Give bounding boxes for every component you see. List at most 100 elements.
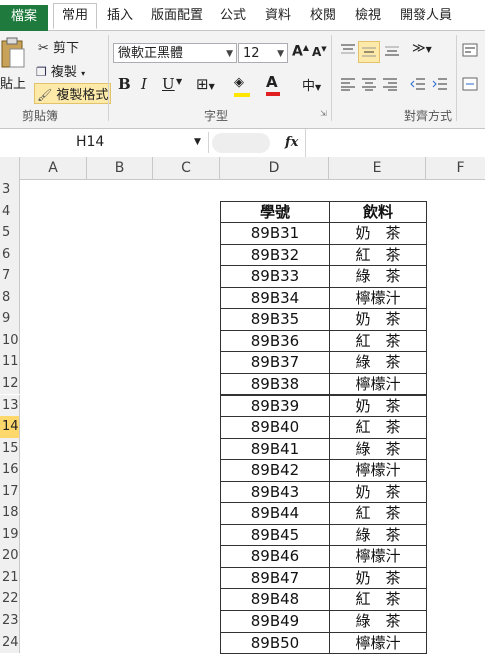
tab-insert[interactable]: 插入 — [104, 4, 136, 28]
table-cell[interactable]: 89B38 — [220, 372, 330, 396]
table-cell[interactable]: 89B42 — [220, 459, 330, 482]
row-header[interactable]: 3 — [0, 179, 20, 201]
table-cell[interactable]: 89B39 — [220, 394, 330, 418]
row-header[interactable]: 4 — [0, 200, 20, 223]
row-header[interactable]: 23 — [0, 610, 20, 632]
row-header[interactable]: 15 — [0, 437, 20, 460]
shrink-font-button[interactable]: A▼ — [312, 45, 327, 59]
row-header[interactable]: 10 — [0, 329, 20, 352]
table-cell[interactable]: 89B46 — [220, 545, 330, 568]
table-cell[interactable]: 綠 茶 — [329, 437, 427, 461]
row-header[interactable]: 21 — [0, 566, 20, 589]
column-header-b[interactable]: B — [87, 157, 153, 179]
table-cell[interactable]: 89B33 — [220, 265, 330, 288]
table-cell[interactable]: 檸檬汁 — [329, 286, 427, 310]
table-cell[interactable]: 奶 茶 — [329, 394, 427, 418]
table-cell[interactable]: 89B31 — [220, 222, 330, 245]
bold-button[interactable]: B — [118, 75, 131, 93]
row-header[interactable]: 13 — [0, 394, 20, 417]
table-cell[interactable]: 89B43 — [220, 480, 330, 504]
row-header[interactable]: 17 — [0, 480, 20, 503]
wrap-text-button[interactable] — [462, 43, 478, 61]
column-header-c[interactable]: C — [153, 157, 220, 179]
table-cell[interactable]: 綠 茶 — [329, 351, 427, 374]
row-header[interactable]: 20 — [0, 545, 20, 567]
table-cell[interactable]: 89B40 — [220, 416, 330, 439]
row-header[interactable]: 8 — [0, 286, 20, 309]
table-cell[interactable]: 89B32 — [220, 243, 330, 267]
table-cell[interactable]: 89B37 — [220, 351, 330, 374]
table-cell[interactable]: 89B48 — [220, 588, 330, 611]
tab-data[interactable]: 資料 — [261, 4, 295, 28]
column-header-a[interactable]: A — [20, 157, 87, 179]
tab-view[interactable]: 檢視 — [351, 4, 385, 28]
select-all-corner[interactable] — [0, 157, 20, 179]
merge-center-button[interactable] — [462, 77, 478, 95]
font-size-select[interactable]: 12 ▼ — [238, 43, 288, 63]
insert-function-icon[interactable]: fx — [285, 135, 298, 150]
table-cell[interactable]: 89B36 — [220, 329, 330, 353]
orientation-button[interactable]: ≫▼ — [412, 41, 432, 56]
table-cell[interactable]: 紅 茶 — [329, 329, 427, 353]
font-color-button[interactable]: A — [266, 73, 280, 96]
tab-formulas[interactable]: 公式 — [216, 4, 250, 28]
table-cell[interactable]: 檸檬汁 — [329, 631, 427, 654]
table-cell[interactable]: 89B41 — [220, 437, 330, 461]
align-left-button[interactable] — [340, 77, 356, 95]
table-cell[interactable]: 綠 茶 — [329, 610, 427, 633]
row-header[interactable]: 24 — [0, 631, 20, 654]
tab-developer[interactable]: 開發人員 — [396, 4, 456, 28]
row-header[interactable]: 9 — [0, 308, 20, 330]
copy-button[interactable]: ❐ 複製 ▾ — [36, 61, 85, 80]
borders-button[interactable]: ⊞▼ — [196, 75, 215, 93]
column-header-f[interactable]: F — [426, 157, 485, 179]
row-header[interactable]: 11 — [0, 351, 20, 373]
paste-button[interactable]: 貼上 — [0, 35, 30, 105]
fill-color-button[interactable]: ◈ — [234, 75, 250, 97]
chevron-down-icon[interactable]: ▼ — [194, 132, 201, 153]
tab-file[interactable]: 檔案 — [0, 5, 48, 31]
dialog-launcher-icon[interactable]: ⇲ — [320, 109, 327, 118]
tab-review[interactable]: 校閱 — [306, 4, 340, 28]
table-cell[interactable]: 奶 茶 — [329, 308, 427, 331]
chevron-down-icon[interactable]: ▼ — [176, 77, 182, 86]
grow-font-button[interactable]: A▲ — [292, 43, 309, 60]
table-cell[interactable]: 89B44 — [220, 502, 330, 525]
table-cell[interactable]: 紅 茶 — [329, 588, 427, 611]
align-middle-button[interactable] — [358, 41, 380, 63]
table-cell[interactable]: 綠 茶 — [329, 265, 427, 288]
table-cell[interactable]: 紅 茶 — [329, 243, 427, 267]
decrease-indent-button[interactable] — [410, 77, 426, 95]
align-top-button[interactable] — [340, 43, 356, 61]
row-header[interactable]: 14 — [0, 416, 20, 438]
table-cell[interactable]: 奶 茶 — [329, 566, 427, 590]
italic-button[interactable]: I — [141, 75, 147, 93]
row-header[interactable]: 7 — [0, 265, 20, 287]
font-name-select[interactable]: 微軟正黑體 ▼ — [113, 43, 237, 63]
table-cell[interactable]: 綠 茶 — [329, 523, 427, 547]
table-cell[interactable]: 奶 茶 — [329, 480, 427, 504]
table-header-cell[interactable]: 飲料 — [329, 200, 427, 224]
formula-input[interactable] — [305, 129, 485, 157]
row-header[interactable]: 12 — [0, 372, 20, 395]
align-bottom-button[interactable] — [384, 43, 400, 61]
table-cell[interactable]: 紅 茶 — [329, 416, 427, 439]
align-right-button[interactable] — [382, 77, 398, 95]
name-box[interactable]: H14 ▼ — [2, 132, 209, 153]
table-header-cell[interactable]: 學號 — [220, 200, 330, 224]
column-header-d[interactable]: D — [220, 157, 329, 179]
row-header[interactable]: 16 — [0, 459, 20, 481]
row-header[interactable]: 5 — [0, 222, 20, 244]
phonetic-button[interactable]: 中▼ — [302, 75, 321, 94]
format-painter-button[interactable]: 🖌 複製格式 — [34, 83, 112, 104]
align-center-button[interactable] — [361, 77, 377, 95]
row-header[interactable]: 18 — [0, 502, 20, 524]
table-cell[interactable]: 89B50 — [220, 631, 330, 654]
tab-home[interactable]: 常用 — [53, 3, 97, 29]
row-header[interactable]: 6 — [0, 243, 20, 266]
row-header[interactable]: 19 — [0, 523, 20, 546]
table-cell[interactable]: 89B45 — [220, 523, 330, 547]
table-cell[interactable]: 檸檬汁 — [329, 545, 427, 568]
column-header-e[interactable]: E — [329, 157, 426, 179]
table-cell[interactable]: 89B49 — [220, 610, 330, 633]
